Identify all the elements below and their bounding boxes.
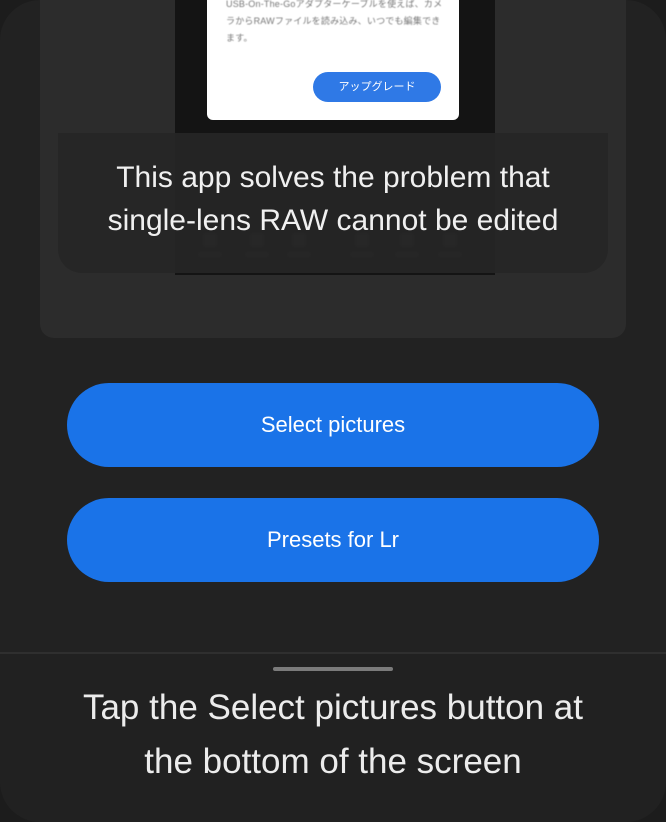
- dialog-message: USB-On-The-Goアダプターケーブルを使えば、カメラからRAWファイルを…: [226, 0, 443, 43]
- instruction-text: Tap the Select pictures button at the bo…: [0, 681, 666, 789]
- preview-caption-line: This app solves the problem that: [116, 161, 550, 194]
- select-pictures-button[interactable]: Select pictures: [67, 383, 599, 467]
- upgrade-dialog: USB-On-The-Goアダプターケーブルを使えば、カメラからRAWファイルを…: [207, 0, 459, 120]
- upgrade-button: アップグレード: [313, 72, 441, 102]
- instruction-line: the bottom of the screen: [144, 742, 522, 781]
- instruction-line: Tap the Select pictures button at: [82, 688, 584, 727]
- drag-handle[interactable]: [273, 667, 393, 671]
- presets-for-lr-button[interactable]: Presets for Lr: [67, 498, 599, 582]
- preview-caption-line: single-lens RAW cannot be edited: [107, 204, 559, 237]
- onboarding-card: USB-On-The-Goアダプターケーブルを使えば、カメラからRAWファイルを…: [0, 0, 666, 822]
- preview-caption: This app solves the problem that single-…: [58, 156, 608, 242]
